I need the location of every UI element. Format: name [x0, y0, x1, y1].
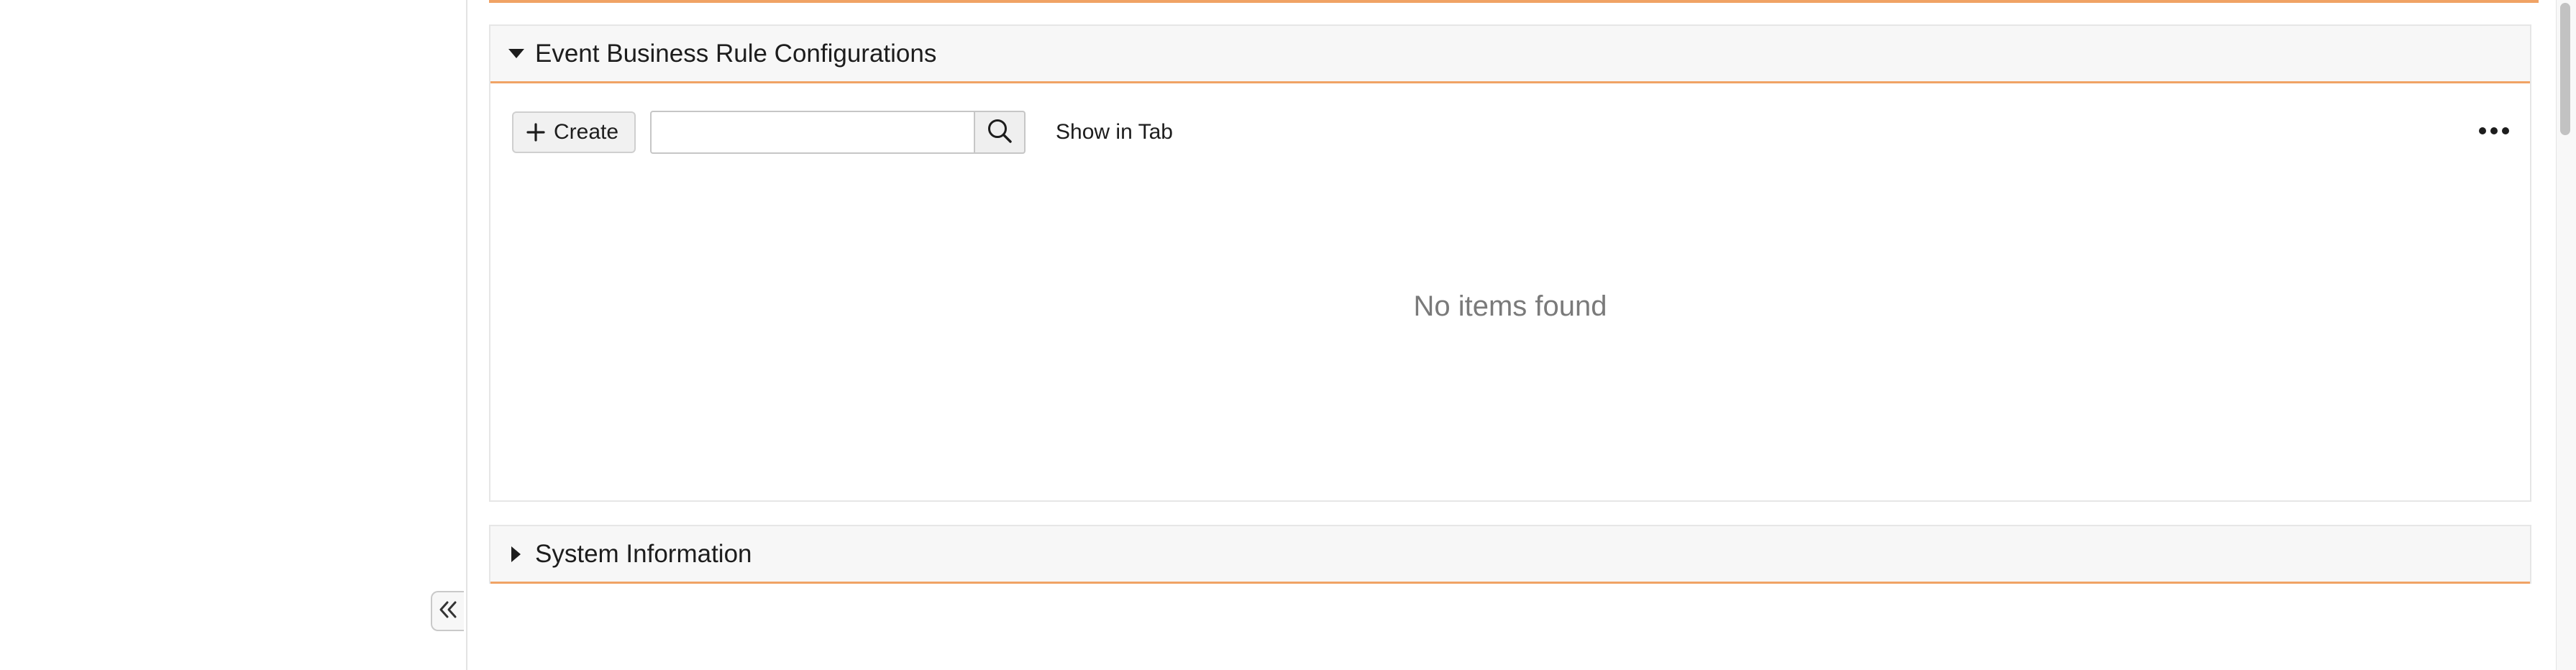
- create-button[interactable]: Create: [512, 111, 636, 153]
- search-icon: [986, 117, 1013, 148]
- more-horizontal-icon: [2478, 126, 2510, 139]
- event-business-rules-header[interactable]: Event Business Rule Configurations: [490, 26, 2530, 83]
- event-business-rules-section: Event Business Rule Configurations Creat…: [489, 24, 2531, 502]
- create-button-label: Create: [554, 120, 619, 144]
- show-in-tab-link[interactable]: Show in Tab: [1056, 120, 1173, 144]
- system-information-section: System Information: [489, 525, 2531, 584]
- search-button[interactable]: [975, 111, 1026, 154]
- more-options-button[interactable]: [2472, 118, 2516, 147]
- main-content: Event Business Rule Configurations Creat…: [467, 0, 2556, 670]
- double-chevron-left-icon: [437, 600, 459, 623]
- section-toolbar: Create Show in Tab: [512, 111, 1173, 154]
- vertical-scrollbar[interactable]: [2556, 0, 2576, 670]
- search-input[interactable]: [650, 111, 976, 154]
- app-window: Event Business Rule Configurations Creat…: [0, 0, 2576, 670]
- caret-right-icon: [498, 546, 535, 562]
- left-panel: [0, 0, 467, 670]
- plus-icon: [526, 123, 545, 142]
- collapse-panel-button[interactable]: [431, 591, 464, 631]
- scrollbar-thumb[interactable]: [2560, 3, 2570, 135]
- search-group: [650, 111, 1026, 154]
- system-information-header[interactable]: System Information: [490, 526, 2530, 584]
- top-accent-divider: [489, 0, 2539, 3]
- empty-state-message: No items found: [1413, 290, 1607, 322]
- section-title: Event Business Rule Configurations: [535, 39, 937, 68]
- caret-down-icon: [498, 48, 535, 59]
- section-title: System Information: [535, 539, 752, 568]
